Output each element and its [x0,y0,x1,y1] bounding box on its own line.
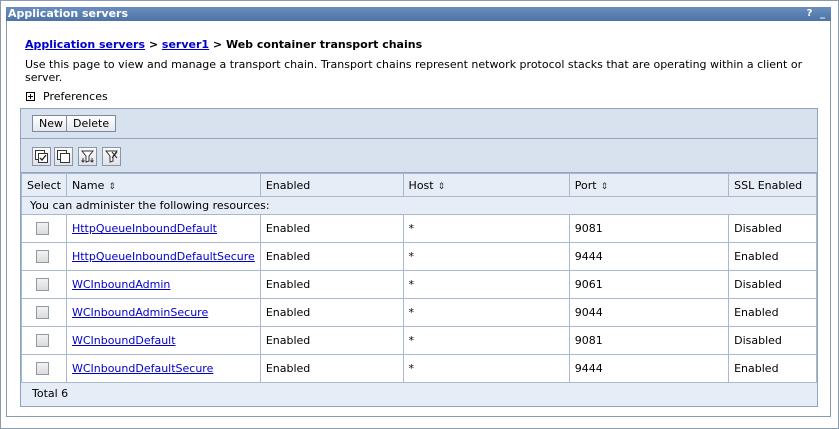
title-bar: Application servers ? _ [6,7,831,21]
column-header-select: Select [21,173,67,197]
ssl-cell: Disabled [728,270,817,299]
name-cell: WCInboundDefault [65,326,261,355]
column-header-host-label: Host [408,178,434,192]
enabled-cell: Enabled [259,270,404,299]
row-checkbox[interactable] [36,250,49,264]
column-header-port[interactable]: Port ⇕ [568,173,730,197]
column-header-name-label: Name [71,178,105,192]
chain-name-link[interactable]: WCInboundAdmin [72,278,170,291]
select-cell [21,214,67,243]
enabled-cell: Enabled [259,354,404,383]
table-row: HttpQueueInboundDefaultSecure Enabled * … [21,242,817,271]
clear-filter-icon[interactable] [102,147,121,166]
select-cell [21,242,67,271]
ssl-cell: Enabled [728,298,817,327]
chain-name-link[interactable]: WCInboundAdminSecure [72,306,208,319]
sort-icon[interactable]: ⇕ [601,182,609,192]
help-button[interactable]: ? [804,8,815,19]
breadcrumb-current: Web container transport chains [225,38,423,51]
host-cell: * [402,354,570,383]
port-cell: 9044 [568,298,730,327]
select-all-icon[interactable] [32,147,51,166]
sort-icon[interactable]: ⇕ [438,182,446,192]
info-row: You can administer the following resourc… [21,196,817,215]
row-checkbox[interactable] [36,334,49,348]
row-checkbox[interactable] [36,306,49,320]
column-header-ssl-enabled: SSL Enabled [728,173,817,197]
expand-icon[interactable] [26,92,35,101]
chain-name-link[interactable]: HttpQueueInboundDefaultSecure [72,250,255,263]
collection-table-container: New Delete Select Name ⇕ Enabled Host ⇕ … [20,108,818,407]
ssl-cell: Disabled [728,214,817,243]
total-count: Total 6 [21,382,817,406]
column-header-host[interactable]: Host ⇕ [402,173,570,197]
name-cell: WCInboundDefaultSecure [65,354,261,383]
chain-name-link[interactable]: HttpQueueInboundDefault [72,222,217,235]
host-cell: * [402,326,570,355]
breadcrumb-separator: > [209,38,226,51]
table-row: HttpQueueInboundDefault Enabled * 9081 D… [21,214,817,243]
show-filter-icon[interactable] [78,147,97,166]
ssl-cell: Enabled [728,354,817,383]
enabled-cell: Enabled [259,214,404,243]
chain-name-link[interactable]: WCInboundDefaultSecure [72,362,213,375]
enabled-cell: Enabled [259,298,404,327]
select-cell [21,354,67,383]
deselect-all-icon[interactable] [54,147,73,166]
column-header-enabled: Enabled [259,173,404,197]
table-header-row: Select Name ⇕ Enabled Host ⇕ Port ⇕ SSL Ena… [21,173,817,197]
ssl-cell: Disabled [728,326,817,355]
new-button[interactable]: New [32,115,70,132]
name-cell: HttpQueueInboundDefaultSecure [65,242,261,271]
breadcrumb-server1[interactable]: server1 [162,38,209,51]
select-cell [21,270,67,299]
enabled-cell: Enabled [259,242,404,271]
select-cell [21,326,67,355]
table-row: WCInboundDefault Enabled * 9081 Disabled [21,326,817,355]
ssl-cell: Enabled [728,242,817,271]
port-cell: 9444 [568,354,730,383]
transport-chains-table: Select Name ⇕ Enabled Host ⇕ Port ⇕ SSL Ena… [21,173,817,383]
chain-name-link[interactable]: WCInboundDefault [72,334,176,347]
breadcrumb: Application servers > server1 > Web cont… [25,38,422,51]
port-cell: 9081 [568,326,730,355]
select-cell [21,298,67,327]
column-header-name[interactable]: Name ⇕ [65,173,261,197]
port-cell: 9061 [568,270,730,299]
table-row: WCInboundDefaultSecure Enabled * 9444 En… [21,354,817,383]
table-row: WCInboundAdminSecure Enabled * 9044 Enab… [21,298,817,327]
minimize-button[interactable]: _ [817,8,828,19]
port-cell: 9444 [568,242,730,271]
page-description: Use this page to view and manage a trans… [25,58,803,84]
preferences-label: Preferences [43,90,108,103]
host-cell: * [402,214,570,243]
table-row: WCInboundAdmin Enabled * 9061 Disabled [21,270,817,299]
host-cell: * [402,270,570,299]
host-cell: * [402,242,570,271]
row-checkbox[interactable] [36,222,49,236]
column-header-port-label: Port [574,178,597,192]
row-checkbox[interactable] [36,362,49,376]
sort-icon[interactable]: ⇕ [108,182,116,192]
row-checkbox[interactable] [36,278,49,292]
window-title: Application servers [8,7,129,20]
info-text: You can administer the following resourc… [21,196,817,215]
delete-button[interactable]: Delete [66,115,117,132]
host-cell: * [402,298,570,327]
breadcrumb-separator: > [145,38,162,51]
name-cell: WCInboundAdmin [65,270,261,299]
preferences-toggle[interactable]: Preferences [25,90,108,103]
enabled-cell: Enabled [259,326,404,355]
button-bar: New Delete [21,109,817,139]
breadcrumb-application-servers[interactable]: Application servers [25,38,145,51]
content-panel: Application servers > server1 > Web cont… [6,21,831,417]
name-cell: HttpQueueInboundDefault [65,214,261,243]
name-cell: WCInboundAdminSecure [65,298,261,327]
icon-bar [21,139,817,173]
port-cell: 9081 [568,214,730,243]
